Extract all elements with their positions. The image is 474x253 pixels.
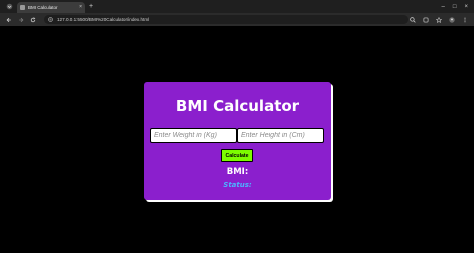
browser-toolbar: 127.0.0.1:5500/BMI%20Calculator/index.ht… <box>0 13 474 26</box>
menu-dots-icon[interactable] <box>461 16 468 23</box>
bmi-result-label: BMI: <box>226 167 249 177</box>
back-arrow-icon[interactable] <box>4 15 14 25</box>
maximize-icon[interactable]: □ <box>453 4 457 10</box>
tab-bmi-calculator[interactable]: BMI Calculator × <box>17 2 85 13</box>
share-icon[interactable] <box>422 16 429 23</box>
browser-window: BMI Calculator × + – □ × 127.0.0.1:5500/… <box>0 0 474 253</box>
minimize-icon[interactable]: – <box>442 4 445 10</box>
tab-search-icon[interactable] <box>4 2 14 12</box>
forward-arrow-icon[interactable] <box>16 15 26 25</box>
reload-icon[interactable] <box>28 15 38 25</box>
site-info-icon[interactable] <box>48 17 53 22</box>
page-favicon-icon <box>20 5 25 10</box>
url-text: 127.0.0.1:5500/BMI%20Calculator/index.ht… <box>57 17 150 22</box>
close-window-icon[interactable]: × <box>464 4 468 10</box>
close-tab-icon[interactable]: × <box>79 5 82 10</box>
address-bar[interactable]: 127.0.0.1:5500/BMI%20Calculator/index.ht… <box>44 15 408 24</box>
page-title: BMI Calculator <box>175 97 300 115</box>
zoom-icon[interactable] <box>409 16 416 23</box>
profile-icon[interactable] <box>448 16 455 23</box>
height-input[interactable] <box>237 128 324 143</box>
weight-input[interactable] <box>150 128 237 143</box>
status-result-label: Status: <box>223 181 252 189</box>
star-icon[interactable] <box>435 16 442 23</box>
bmi-calculator-card: BMI Calculator Calculate BMI: Status: <box>144 82 331 200</box>
window-controls: – □ × <box>442 4 474 10</box>
toolbar-icons <box>409 16 470 23</box>
tab-title: BMI Calculator <box>28 5 58 10</box>
tab-strip: BMI Calculator × + – □ × <box>0 0 474 13</box>
calculate-button[interactable]: Calculate <box>221 149 253 162</box>
new-tab-button[interactable]: + <box>89 3 93 10</box>
